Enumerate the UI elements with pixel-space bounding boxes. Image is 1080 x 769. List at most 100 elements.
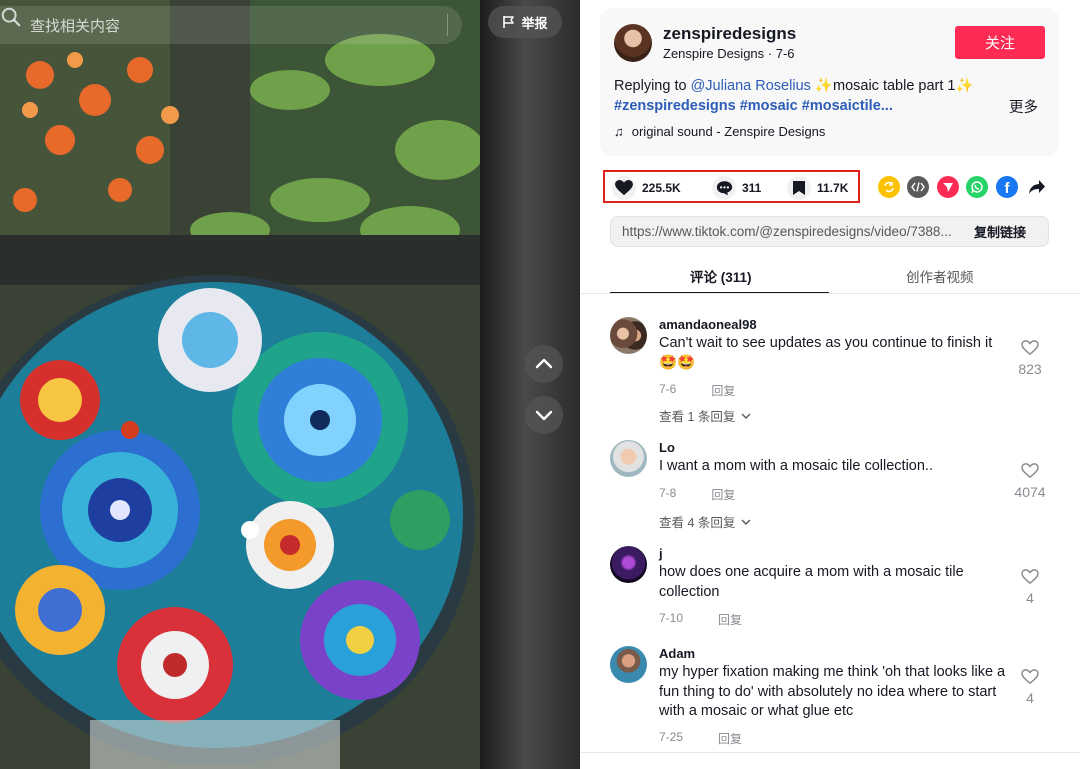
flag-icon	[503, 16, 515, 28]
comment-item: Adam my hyper fixation making me think '…	[610, 646, 1050, 746]
chevron-down-icon	[741, 519, 751, 525]
tab-comments[interactable]: 评论 (311)	[690, 266, 752, 286]
search-icon[interactable]	[0, 6, 22, 28]
author-avatar[interactable]	[614, 24, 652, 62]
comment-meta: 7-6 回复	[659, 382, 735, 399]
search-divider	[447, 14, 448, 36]
commenter-name[interactable]: amandaoneal98	[659, 317, 757, 332]
comment-meta: 7-8 回复	[659, 486, 735, 503]
like-stat[interactable]: 225.5K	[612, 176, 681, 200]
video-side-backdrop	[480, 0, 580, 769]
video-link-box: https://www.tiktok.com/@zenspiredesigns/…	[610, 216, 1049, 247]
reply-button[interactable]: 回复	[718, 730, 742, 747]
commenter-name[interactable]: j	[659, 546, 663, 561]
music-title: original sound - Zenspire Designs	[631, 124, 826, 139]
heart-outline-icon	[1021, 569, 1039, 585]
comment-like-count: 4074	[1014, 484, 1046, 500]
comment-like[interactable]: 4	[1010, 669, 1050, 706]
repost-icon[interactable]	[878, 176, 900, 198]
comment-date: 7-6	[659, 382, 677, 396]
comment-text: my hyper fixation making me think 'oh th…	[659, 664, 1006, 719]
reply-button[interactable]: 回复	[718, 611, 742, 628]
report-label: 举报	[521, 15, 548, 31]
author-handle[interactable]: zenspiredesigns	[663, 24, 796, 44]
comment-count: 311	[742, 181, 762, 195]
video-link-url[interactable]: https://www.tiktok.com/@zenspiredesigns/…	[611, 224, 974, 239]
bookmark-icon	[787, 176, 811, 200]
commenter-name[interactable]: Lo	[659, 440, 675, 455]
comment-date: 7-10	[659, 611, 684, 625]
comment-item: Lo I want a mom with a mosaic tile colle…	[610, 440, 1050, 530]
share-arrow-icon[interactable]	[1026, 176, 1048, 198]
author-card: zenspiredesigns Zenspire Designs · 7-6 关…	[600, 8, 1059, 156]
comment-stat[interactable]: 311	[712, 176, 762, 200]
commenter-name[interactable]: Adam	[659, 646, 695, 661]
heart-outline-icon	[1021, 463, 1039, 479]
follow-button[interactable]: 关注	[955, 26, 1045, 59]
video-player[interactable]: 查找相关内容	[0, 0, 480, 769]
sparkle-icon: ✨	[814, 78, 833, 94]
view-replies-button[interactable]: 查看 4 条回复	[659, 512, 751, 531]
comment-item: j how does one acquire a mom with a mosa…	[610, 546, 1050, 631]
whatsapp-icon[interactable]	[966, 176, 988, 198]
heart-outline-icon	[1021, 340, 1039, 356]
video-area: 查找相关内容 举报	[0, 0, 580, 769]
music-info[interactable]: ♫ original sound - Zenspire Designs	[614, 124, 825, 139]
comment-date: 7-8	[659, 486, 677, 500]
report-button[interactable]: 举报	[488, 6, 562, 38]
commenter-avatar[interactable]	[610, 440, 647, 477]
tiktok-video-page: 查找相关内容 举报 zenspiredesigns Zenspire Desig…	[0, 0, 1080, 769]
chevron-down-icon	[741, 413, 751, 419]
tab-creator-videos[interactable]: 创作者视频	[906, 266, 974, 286]
comment-text: Can't wait to see updates as you continu…	[659, 335, 993, 371]
search-bar[interactable]: 查找相关内容	[0, 6, 462, 44]
view-replies-button[interactable]: 查看 1 条回复	[659, 406, 751, 425]
search-input[interactable]: 查找相关内容	[0, 15, 447, 36]
comment-date: 7-25	[659, 730, 684, 744]
reply-button[interactable]: 回复	[711, 382, 735, 399]
music-note-icon: ♫	[614, 124, 624, 139]
comment-like-count: 823	[1018, 361, 1042, 377]
copy-link-button[interactable]: 复制链接	[974, 222, 1048, 241]
chevron-down-icon	[535, 410, 553, 421]
commenter-avatar[interactable]	[610, 317, 647, 354]
comment-meta: 7-10 回复	[659, 611, 742, 628]
comment-like-count: 4	[1026, 690, 1034, 706]
bottom-divider	[580, 752, 1080, 753]
comment-meta: 7-25 回复	[659, 730, 742, 747]
comment-like[interactable]: 4	[1010, 569, 1050, 606]
tabs-divider	[580, 293, 1080, 294]
comment-text: I want a mom with a mosaic tile collecti…	[659, 458, 933, 474]
save-stat[interactable]: 11.7K	[787, 176, 849, 200]
view-replies-label: 查看 1 条回复	[659, 410, 736, 424]
previous-video-button[interactable]	[525, 345, 563, 383]
comment-like-count: 4	[1026, 590, 1034, 606]
video-frame-image	[0, 0, 480, 769]
chevron-up-icon	[535, 358, 553, 369]
send-icon[interactable]	[937, 176, 959, 198]
commenter-avatar[interactable]	[610, 646, 647, 683]
embed-icon[interactable]	[907, 176, 929, 198]
facebook-icon[interactable]: f	[996, 176, 1018, 198]
author-subtitle: Zenspire Designs · 7-6	[663, 46, 795, 61]
hashtags[interactable]: #zenspiredesigns #mosaic #mosaictile...	[614, 98, 893, 114]
heart-icon	[612, 176, 636, 200]
next-video-button[interactable]	[525, 396, 563, 434]
reply-button[interactable]: 回复	[711, 486, 735, 503]
comment-text: how does one acquire a mom with a mosaic…	[659, 564, 964, 600]
comment-like[interactable]: 823	[1010, 340, 1050, 377]
comment-item: amandaoneal98 Can't wait to see updates …	[610, 317, 1050, 427]
save-count: 11.7K	[817, 181, 849, 195]
details-panel: zenspiredesigns Zenspire Designs · 7-6 关…	[580, 0, 1080, 769]
commenter-avatar[interactable]	[610, 546, 647, 583]
video-description: Replying to @Juliana Roselius ✨mosaic ta…	[614, 77, 1009, 116]
comment-like[interactable]: 4074	[1010, 463, 1050, 500]
sparkle-icon: ✨	[955, 78, 974, 94]
view-replies-label: 查看 4 条回复	[659, 516, 736, 530]
comment-icon	[712, 176, 736, 200]
reply-target-link[interactable]: @Juliana Roselius	[691, 78, 811, 94]
more-button[interactable]: 更多	[1009, 96, 1038, 117]
heart-outline-icon	[1021, 669, 1039, 685]
caption-text: mosaic table part 1	[832, 78, 956, 94]
reply-prefix: Replying to	[614, 78, 691, 94]
